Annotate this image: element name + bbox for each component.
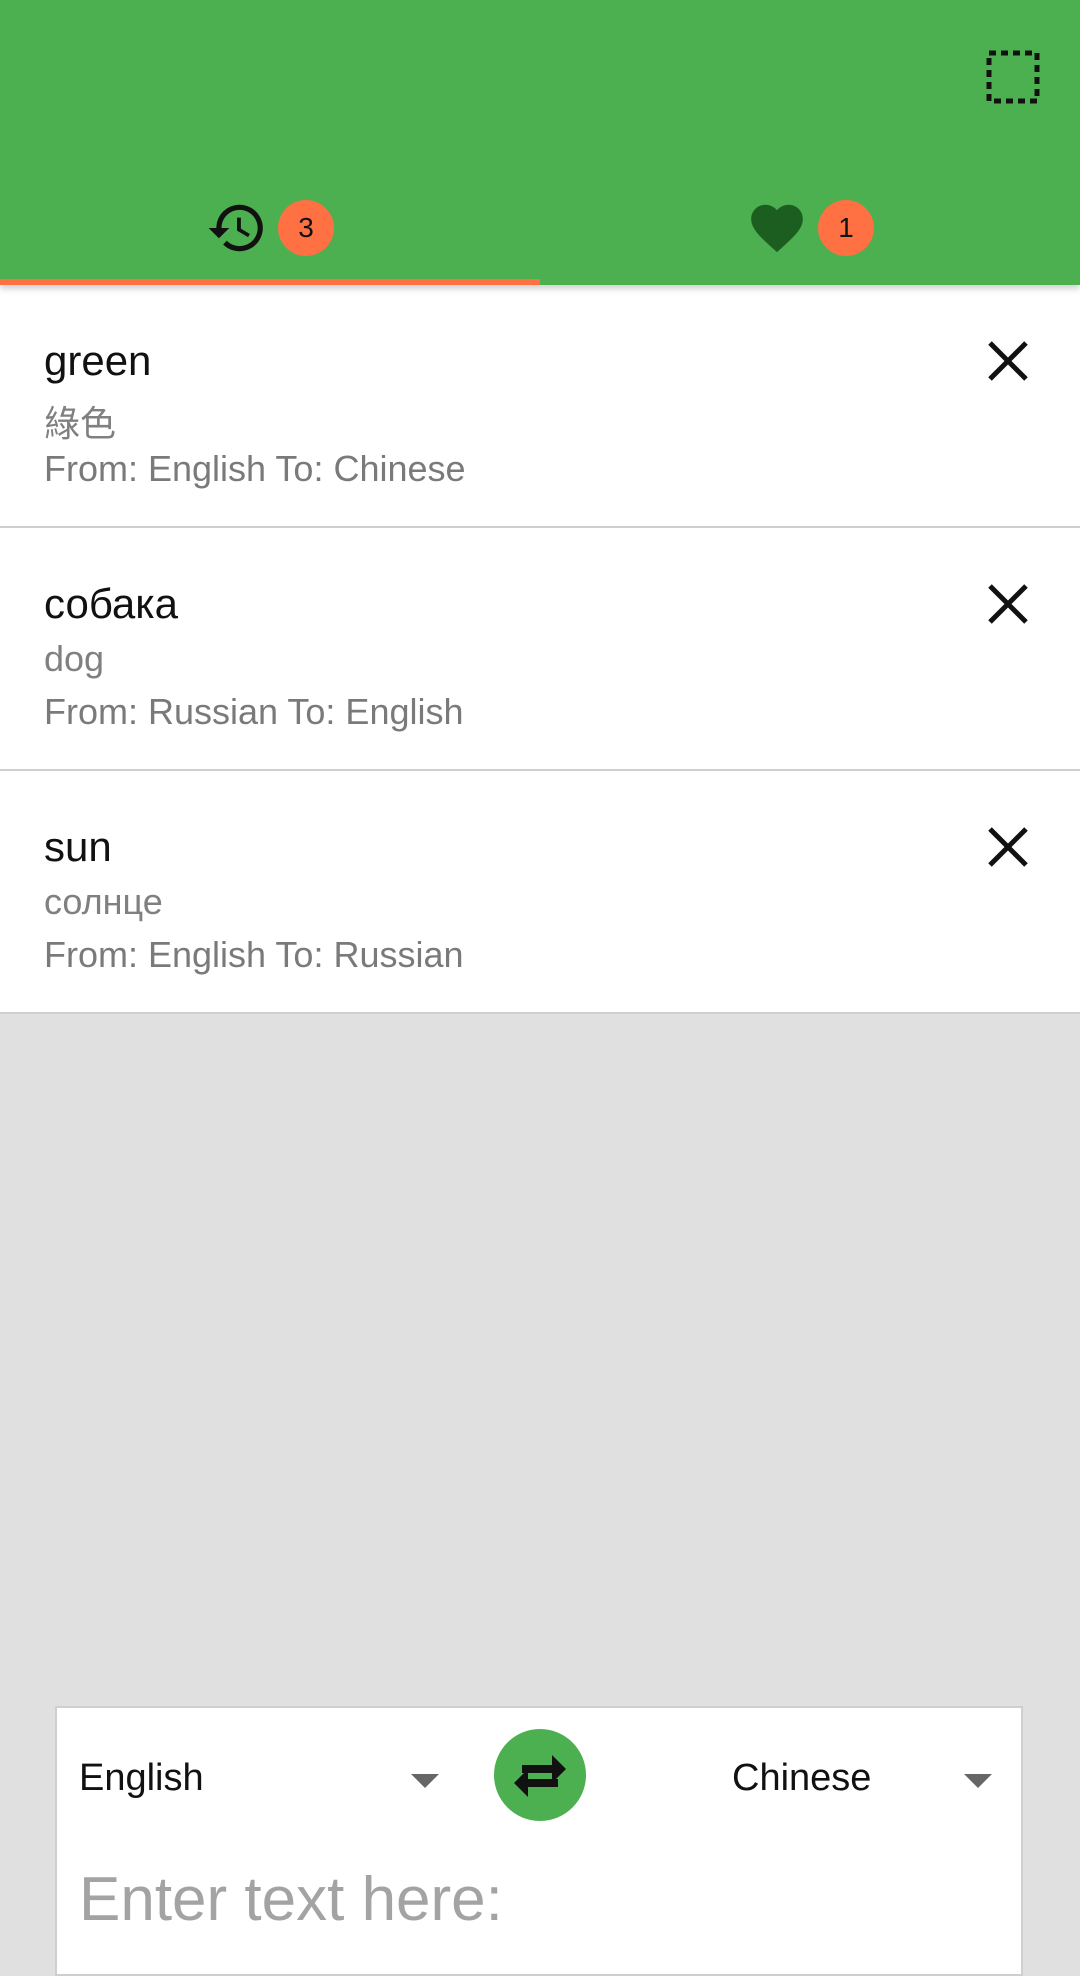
history-item[interactable]: sun солнце From: English To: Russian: [0, 771, 1080, 1014]
language-pair: From: English To: Russian: [44, 934, 464, 975]
source-word: собака: [44, 580, 178, 627]
language-pair: From: English To: Chinese: [44, 448, 466, 489]
history-count-badge: 3: [278, 199, 334, 256]
history-list: green 綠色 From: English To: Chinese собак…: [0, 285, 1080, 1014]
source-word: green: [44, 337, 152, 384]
source-language-select[interactable]: English: [79, 1748, 439, 1808]
translator-card: English Chinese: [55, 1706, 1023, 1976]
dropdown-arrow-icon: [964, 1774, 992, 1788]
heart-icon: [751, 204, 803, 252]
app-bar: 3 1: [0, 0, 1080, 285]
translated-word: солнце: [44, 881, 163, 922]
tab-bar: 3 1: [0, 170, 1080, 285]
source-word: sun: [44, 823, 112, 870]
dropdown-arrow-icon: [411, 1774, 439, 1788]
close-icon[interactable]: [984, 823, 1032, 871]
close-icon[interactable]: [984, 337, 1032, 385]
translated-word: dog: [44, 638, 105, 679]
favorites-count-badge: 1: [818, 199, 874, 256]
swap-arrows-icon: [514, 1755, 566, 1797]
source-language-label: English: [79, 1756, 204, 1799]
translated-word: 綠色: [44, 403, 117, 444]
history-item[interactable]: green 綠色 From: English To: Chinese: [0, 285, 1080, 528]
tab-history[interactable]: 3: [0, 170, 540, 285]
history-item[interactable]: собака dog From: Russian To: English: [0, 528, 1080, 771]
select-all-icon[interactable]: [986, 50, 1040, 104]
language-pair: From: Russian To: English: [44, 691, 464, 732]
text-input[interactable]: [77, 1853, 1001, 1945]
tab-favorites[interactable]: 1: [540, 170, 1080, 285]
target-language-select[interactable]: Chinese: [732, 1748, 992, 1808]
close-icon[interactable]: [984, 580, 1032, 628]
history-icon: [208, 204, 263, 251]
swap-languages-button[interactable]: [494, 1729, 586, 1821]
active-tab-indicator: [0, 279, 540, 285]
target-language-label: Chinese: [732, 1756, 872, 1799]
